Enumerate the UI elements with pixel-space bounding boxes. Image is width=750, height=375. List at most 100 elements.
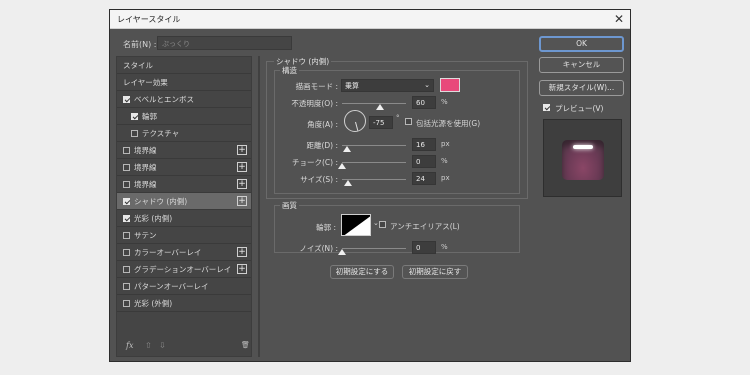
blend-mode-select[interactable]: 乗算 ⌄ bbox=[341, 79, 434, 92]
style-item-label: 境界線 bbox=[134, 180, 157, 189]
global-light-checkbox[interactable] bbox=[405, 118, 412, 125]
style-item-checkbox[interactable] bbox=[123, 147, 130, 154]
style-item[interactable]: 境界線 + bbox=[117, 176, 251, 193]
noise-input[interactable]: 0 bbox=[412, 241, 436, 254]
style-item-label: シャドウ (内側) bbox=[134, 197, 188, 206]
contour-dropdown-icon[interactable]: ⌄ bbox=[373, 219, 379, 227]
style-item-label: レイヤー効果 bbox=[123, 78, 168, 87]
style-item[interactable]: シャドウ (内側) + bbox=[117, 193, 251, 210]
choke-label: チョーク(C) : bbox=[292, 158, 338, 167]
antialias-label: アンチエイリアス(L) bbox=[390, 222, 460, 231]
distance-input[interactable]: 16 bbox=[412, 138, 436, 151]
style-item-label: 境界線 bbox=[134, 146, 157, 155]
style-item[interactable]: パターンオーバーレイ bbox=[117, 278, 251, 295]
choke-slider[interactable] bbox=[342, 162, 406, 163]
style-item-checkbox[interactable] bbox=[123, 96, 130, 103]
move-up-icon[interactable]: ⇧ bbox=[145, 341, 152, 350]
style-item-checkbox[interactable] bbox=[123, 300, 130, 307]
size-slider-knob[interactable] bbox=[344, 180, 353, 186]
style-item-checkbox[interactable] bbox=[123, 198, 130, 205]
list-scrollbar[interactable] bbox=[258, 56, 260, 357]
opacity-slider[interactable] bbox=[342, 103, 406, 104]
opacity-label: 不透明度(O) : bbox=[291, 99, 338, 108]
style-item-label: 輪郭 bbox=[142, 112, 157, 121]
style-item[interactable]: 輪郭 bbox=[117, 108, 251, 125]
noise-unit: % bbox=[441, 243, 448, 251]
add-effect-icon[interactable]: + bbox=[237, 247, 247, 257]
move-down-icon[interactable]: ⇩ bbox=[159, 341, 166, 350]
fx-icon[interactable]: fx bbox=[126, 341, 133, 350]
style-item-checkbox[interactable] bbox=[123, 215, 130, 222]
style-item-label: 光彩 (内側) bbox=[134, 214, 173, 223]
style-item[interactable]: カラーオーバーレイ + bbox=[117, 244, 251, 261]
style-item[interactable]: 境界線 + bbox=[117, 159, 251, 176]
add-effect-icon[interactable]: + bbox=[237, 145, 247, 155]
style-item[interactable]: テクスチャ bbox=[117, 125, 251, 142]
antialias-checkbox[interactable] bbox=[379, 221, 386, 228]
style-item[interactable]: スタイル bbox=[117, 57, 251, 74]
contour-picker[interactable] bbox=[341, 214, 371, 236]
choke-slider-knob[interactable] bbox=[338, 163, 346, 169]
choke-input[interactable]: 0 bbox=[412, 155, 436, 168]
cancel-button[interactable]: キャンセル bbox=[539, 57, 624, 73]
noise-slider[interactable] bbox=[342, 248, 406, 249]
opacity-input[interactable]: 60 bbox=[412, 96, 436, 109]
chevron-down-icon: ⌄ bbox=[424, 81, 430, 89]
style-item[interactable]: 光彩 (内側) bbox=[117, 210, 251, 227]
style-item-label: テクスチャ bbox=[142, 129, 180, 138]
style-item-label: 境界線 bbox=[134, 163, 157, 172]
blend-mode-label: 描画モード : bbox=[295, 82, 338, 91]
opacity-slider-knob[interactable] bbox=[376, 104, 385, 110]
style-item-checkbox[interactable] bbox=[123, 181, 130, 188]
style-item-label: スタイル bbox=[123, 61, 153, 70]
shadow-color-swatch[interactable] bbox=[440, 78, 460, 92]
style-item-checkbox[interactable] bbox=[131, 130, 138, 137]
style-item-checkbox[interactable] bbox=[123, 266, 130, 273]
style-item-checkbox[interactable] bbox=[123, 283, 130, 290]
style-item[interactable]: レイヤー効果 bbox=[117, 74, 251, 91]
preview-checkbox[interactable] bbox=[543, 104, 550, 111]
name-label: 名前(N) : bbox=[123, 40, 157, 49]
distance-label: 距離(D) : bbox=[306, 141, 338, 150]
name-field[interactable]: ぷっくり bbox=[157, 36, 292, 50]
trash-icon[interactable]: 🗑 bbox=[241, 341, 250, 349]
close-icon[interactable]: ✕ bbox=[614, 11, 624, 27]
blend-mode-value: 乗算 bbox=[345, 82, 359, 90]
reset-default-button[interactable]: 初期設定に戻す bbox=[402, 265, 468, 279]
style-item-checkbox[interactable] bbox=[123, 232, 130, 239]
add-effect-icon[interactable]: + bbox=[237, 196, 247, 206]
new-style-button[interactable]: 新規スタイル(W)... bbox=[539, 80, 624, 96]
style-item[interactable]: 境界線 + bbox=[117, 142, 251, 159]
add-effect-icon[interactable]: + bbox=[237, 264, 247, 274]
distance-slider[interactable] bbox=[342, 145, 406, 146]
contour-linear-icon bbox=[342, 215, 370, 235]
style-item[interactable]: ベベルとエンボス bbox=[117, 91, 251, 108]
angle-dial[interactable] bbox=[344, 110, 366, 132]
quality-legend: 画質 bbox=[280, 200, 299, 211]
structure-legend: 構造 bbox=[280, 65, 299, 76]
angle-input[interactable]: -75 bbox=[369, 116, 393, 129]
style-item-checkbox[interactable] bbox=[123, 249, 130, 256]
style-item[interactable]: 光彩 (外側) bbox=[117, 295, 251, 312]
dialog-title: レイヤースタイル bbox=[117, 15, 181, 24]
noise-slider-knob[interactable] bbox=[338, 249, 346, 255]
preview-thumbnail bbox=[543, 119, 622, 197]
layer-style-dialog: レイヤースタイル ✕ 名前(N) : ぷっくり スタイルレイヤー効果ベベルとエン… bbox=[109, 9, 631, 362]
angle-needle bbox=[355, 121, 359, 131]
global-light-label: 包括光源を使用(G) bbox=[416, 119, 481, 128]
style-item-checkbox[interactable] bbox=[123, 164, 130, 171]
style-item[interactable]: グラデーションオーバーレイ + bbox=[117, 261, 251, 278]
set-default-button[interactable]: 初期設定にする bbox=[330, 265, 394, 279]
style-item-checkbox[interactable] bbox=[131, 113, 138, 120]
opacity-unit: % bbox=[441, 98, 448, 106]
size-input[interactable]: 24 bbox=[412, 172, 436, 185]
style-item-label: グラデーションオーバーレイ bbox=[134, 265, 232, 274]
add-effect-icon[interactable]: + bbox=[237, 179, 247, 189]
contour-label: 輪郭 : bbox=[316, 223, 336, 232]
angle-label: 角度(A) : bbox=[307, 120, 338, 129]
style-item[interactable]: サテン bbox=[117, 227, 251, 244]
ok-button[interactable]: OK bbox=[539, 36, 624, 52]
style-item-label: サテン bbox=[134, 231, 157, 240]
add-effect-icon[interactable]: + bbox=[237, 162, 247, 172]
distance-slider-knob[interactable] bbox=[343, 146, 352, 152]
